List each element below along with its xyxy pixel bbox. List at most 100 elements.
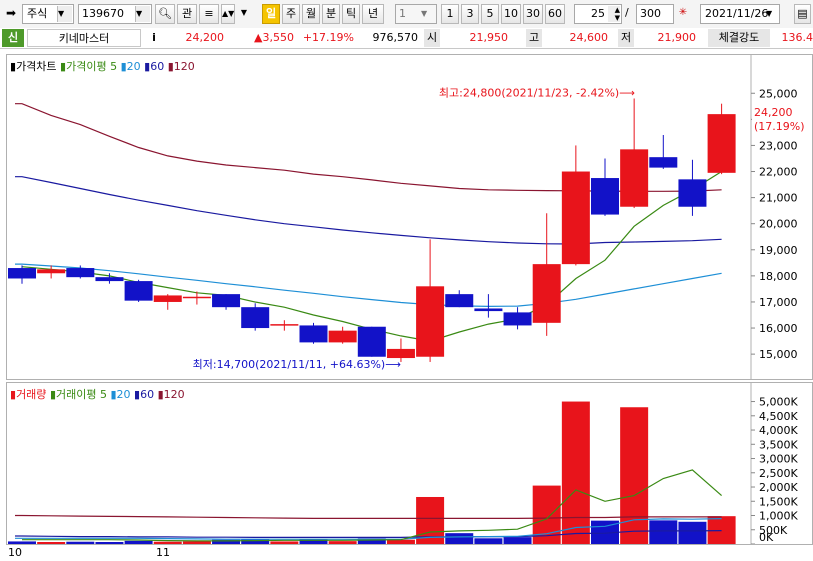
up-down-icon: ▲▼ bbox=[222, 9, 235, 18]
display-count-input[interactable]: 25 ▲ ▼ bbox=[574, 4, 622, 24]
volume-bar bbox=[503, 537, 532, 544]
volume-tick-label: 3,000K bbox=[759, 453, 798, 466]
volume-bar bbox=[678, 521, 707, 544]
period-minute-button[interactable]: 분 bbox=[322, 4, 340, 24]
volume-tick-label: 0K bbox=[759, 531, 774, 544]
vol-ma120-legend: 120 bbox=[163, 388, 185, 401]
period-month-button[interactable]: 월 bbox=[302, 4, 320, 24]
menu-arrow-icon[interactable]: ➡ bbox=[2, 4, 20, 24]
interval-30-button[interactable]: 30 bbox=[523, 4, 543, 24]
volume-tick-label: 2,500K bbox=[759, 467, 798, 480]
chevron-down-icon: ▼ bbox=[766, 9, 773, 18]
info-icon[interactable]: i bbox=[146, 29, 162, 47]
candle-body bbox=[591, 178, 619, 215]
chevron-down-icon: ▼ bbox=[57, 6, 72, 22]
candle-body bbox=[8, 268, 36, 279]
candle-body bbox=[37, 269, 66, 274]
volume-bar bbox=[445, 533, 474, 544]
candle-body bbox=[328, 330, 357, 343]
date-picker[interactable]: 2021/11/26 ▼ bbox=[700, 4, 780, 24]
high-annotation: 최고:24,800(2021/11/23, -2.42%)⟶ bbox=[439, 86, 635, 99]
candle-body bbox=[532, 264, 561, 323]
search-button[interactable]: 🔍︎ bbox=[155, 4, 175, 24]
spin-icon: ▲ ▼ bbox=[608, 6, 620, 22]
candle-body bbox=[182, 296, 211, 299]
candle-body bbox=[649, 157, 678, 168]
last-rate-label: (17.19%) bbox=[754, 120, 805, 133]
volume-bar bbox=[124, 540, 153, 544]
ma20-legend: 20 bbox=[126, 60, 141, 73]
interval-select[interactable]: 1 ▼ bbox=[395, 4, 437, 24]
interval-10-button[interactable]: 10 bbox=[501, 4, 521, 24]
candle-body bbox=[241, 307, 270, 329]
period-label: 주 bbox=[285, 7, 297, 20]
candle-body bbox=[678, 179, 707, 207]
candle-body bbox=[561, 171, 590, 265]
volume-bar bbox=[153, 541, 182, 544]
period-tick-button[interactable]: 틱 bbox=[342, 4, 360, 24]
volume-bar bbox=[561, 401, 590, 544]
low-label: 저 bbox=[618, 29, 634, 47]
market-select[interactable]: 주식 ▼ bbox=[22, 4, 74, 24]
volume-tick-label: 1,500K bbox=[759, 495, 798, 508]
total-count-value: 300 bbox=[640, 7, 661, 20]
candle-body bbox=[357, 326, 386, 357]
interval-value: 1 bbox=[399, 7, 406, 20]
period-year-button[interactable]: 년 bbox=[362, 4, 384, 24]
volume-tick-label: 4,500K bbox=[759, 410, 798, 423]
volume-bar bbox=[95, 542, 124, 544]
stock-code-input[interactable]: 139670 ▼ bbox=[78, 4, 152, 24]
price-chart-panel[interactable]: 15,000 16,000 17,000 18,000 19,000 20,000 21,0… bbox=[6, 54, 813, 380]
interval-5-button[interactable]: 5 bbox=[481, 4, 499, 24]
volume-bar bbox=[66, 541, 95, 544]
volume-tick-label: 3,500K bbox=[759, 438, 798, 451]
ma5-legend: 5 bbox=[110, 60, 118, 73]
vol-ma20-legend: 20 bbox=[116, 388, 131, 401]
candle-body bbox=[503, 312, 532, 326]
volume-bar bbox=[707, 516, 736, 544]
volume-tick-label: 1,000K bbox=[759, 510, 798, 523]
price-tick-label: 16,000 bbox=[759, 322, 798, 335]
period-week-button[interactable]: 주 bbox=[282, 4, 300, 24]
chevron-down-icon[interactable]: ▼ bbox=[238, 4, 250, 24]
period-day-button[interactable]: 일 bbox=[262, 4, 280, 24]
volume-chart[interactable]: 5,000K4,500K4,000K3,500K 3,000K2,500K2,00… bbox=[7, 383, 812, 544]
volume-chart-panel[interactable]: 5,000K 4,500K 4,000K 3,500K 3,000K 2,500K 2,00… bbox=[6, 382, 813, 545]
interval-3-button[interactable]: 3 bbox=[461, 4, 479, 24]
candle-body bbox=[153, 295, 182, 302]
price-tick-label: 23,000 bbox=[759, 139, 798, 152]
stepper-button[interactable]: ▲▼ bbox=[221, 4, 235, 24]
price-tick-label: 17,000 bbox=[759, 296, 798, 309]
high-price: 24,600 bbox=[569, 31, 609, 44]
calendar-button[interactable]: ▤ bbox=[794, 4, 811, 24]
gwan-button[interactable]: 관 bbox=[177, 4, 197, 24]
interval-60-button[interactable]: 60 bbox=[545, 4, 565, 24]
price-tick-label: 25,000 bbox=[759, 87, 798, 100]
update-icon[interactable]: ✳ bbox=[676, 4, 690, 24]
volume-tick-label: 4,000K bbox=[759, 424, 798, 437]
strength-value: 136.4 bbox=[781, 31, 813, 44]
chart-toolbar: ➡ 주식 ▼ 139670 ▼ 🔍︎ 관 ≡ ▲▼ ▼ 일 주 월 분 틱 년 1 ▼… bbox=[0, 0, 813, 29]
ma60-legend: 60 bbox=[150, 60, 165, 73]
chevron-down-icon: ▼ bbox=[135, 6, 150, 22]
favorite-button[interactable]: ≡ bbox=[199, 4, 219, 24]
price-chart[interactable]: 15,000 16,000 17,000 18,000 19,000 20,000 21,0… bbox=[7, 55, 812, 379]
interval-1-button[interactable]: 1 bbox=[441, 4, 459, 24]
high-label: 고 bbox=[526, 29, 542, 47]
x-label-10: 10 bbox=[8, 546, 22, 559]
price-tick-label: 20,000 bbox=[759, 218, 798, 231]
vol-ma60-legend: 60 bbox=[140, 388, 155, 401]
interval-label: 10 bbox=[504, 7, 518, 20]
total-count-input[interactable]: 300 bbox=[636, 4, 674, 24]
period-label: 분 bbox=[325, 7, 337, 20]
trade-volume: 976,570 bbox=[372, 31, 419, 44]
volume-bar bbox=[37, 542, 66, 544]
volume-bar bbox=[620, 407, 649, 544]
candle-body bbox=[299, 325, 328, 343]
display-count-value: 25 bbox=[591, 7, 605, 20]
volume-tick-label: 2,000K bbox=[759, 481, 798, 494]
volume-bar bbox=[474, 538, 503, 544]
interval-label: 1 bbox=[446, 7, 454, 20]
volume-bar bbox=[8, 541, 36, 544]
calendar-icon: ▤ bbox=[797, 7, 808, 20]
